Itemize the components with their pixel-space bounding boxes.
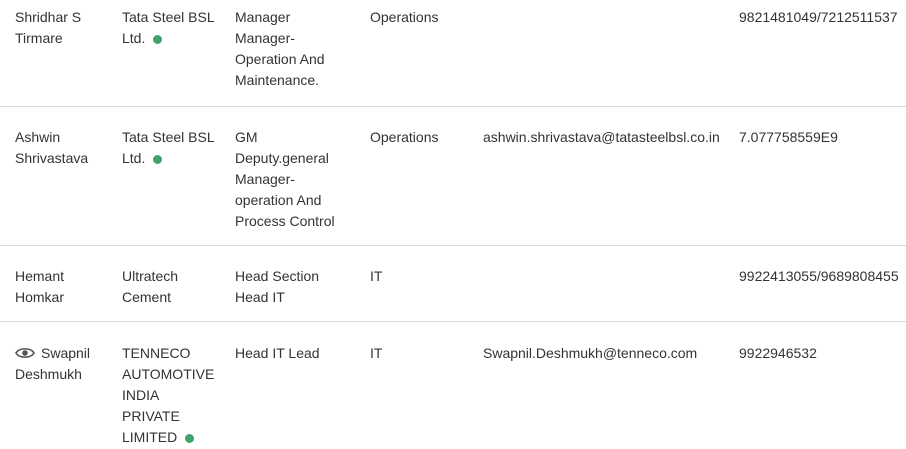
table-row: Hemant Homkar Ultratech Cement Head Sect… [0, 259, 906, 322]
table-row: Shridhar S Tirmare Tata Steel BSL Ltd. M… [0, 0, 906, 107]
company-name: Tata Steel BSL Ltd. [122, 9, 215, 46]
contact-name[interactable]: Swapnil Deshmukh [15, 343, 90, 385]
company-name: Tata Steel BSL Ltd. [122, 129, 215, 166]
company-name: TENNECO AUTOMOTIVE INDIA PRIVATE LIMITED [122, 345, 215, 445]
department: IT [370, 268, 383, 284]
contact-name[interactable]: Ashwin Shrivastava [15, 127, 88, 169]
department: Operations [370, 9, 439, 25]
contact-name[interactable]: Hemant Homkar [15, 266, 64, 308]
email[interactable]: ashwin.shrivastava@tatasteelbsl.co.in [483, 127, 720, 148]
email[interactable]: Swapnil.Deshmukh@tenneco.com [483, 343, 697, 364]
eye-icon[interactable] [15, 346, 35, 360]
company-name: Ultratech Cement [122, 268, 179, 305]
department: IT [370, 345, 383, 361]
department: Operations [370, 129, 439, 145]
contact-name[interactable]: Shridhar S Tirmare [15, 7, 81, 49]
table-row: Swapnil Deshmukh TENNECO AUTOMOTIVE INDI… [0, 336, 906, 449]
phone: 7.077758559E9 [739, 129, 838, 145]
designation: Head Section Head IT [235, 268, 320, 305]
phone: 9821481049/7212511537 [739, 9, 898, 25]
verified-status-icon [185, 434, 195, 443]
verified-status-icon [153, 155, 163, 164]
table-row: Ashwin Shrivastava Tata Steel BSL Ltd. G… [0, 120, 906, 246]
designation: GM Deputy.general Manager- operation And… [235, 129, 335, 229]
phone: 9922946532 [739, 345, 817, 361]
designation: Head IT Lead [235, 345, 320, 361]
phone: 9922413055/9689808455 [739, 268, 899, 284]
designation: Manager Manager- Operation And Maintenan… [235, 9, 325, 88]
verified-status-icon [153, 35, 163, 44]
